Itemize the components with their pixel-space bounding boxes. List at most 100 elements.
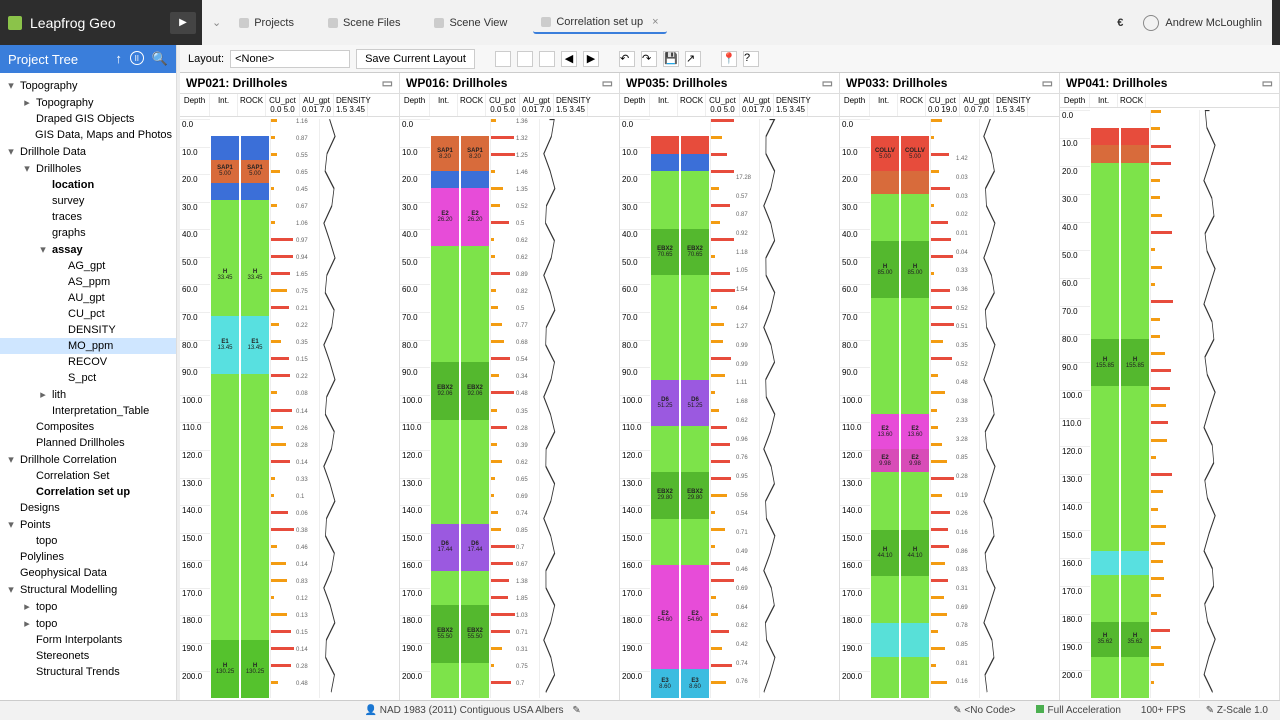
panel-close-icon[interactable]: ▭ xyxy=(602,76,613,90)
depth-axis: 0.010.020.030.040.050.060.070.080.090.01… xyxy=(400,119,430,698)
caret-icon[interactable]: ▾ xyxy=(6,145,16,158)
search-icon[interactable]: 🔍 xyxy=(152,51,168,67)
save-layout-button[interactable]: Save Current Layout xyxy=(356,49,475,69)
panel-close-icon[interactable]: ▭ xyxy=(382,76,393,90)
strip-view[interactable]: 0.010.020.030.040.050.060.070.080.090.01… xyxy=(1060,108,1279,700)
tree-node[interactable]: Structural Trends xyxy=(0,664,176,680)
tree-node[interactable]: location xyxy=(0,177,176,193)
zscale-edit-icon[interactable]: ✎ xyxy=(1206,705,1214,716)
tree-node[interactable]: ▾Drillhole Data xyxy=(0,143,176,160)
caret-icon[interactable]: ▸ xyxy=(22,600,32,613)
caret-icon[interactable]: ▾ xyxy=(38,243,48,256)
save-icon[interactable]: 💾 xyxy=(663,51,679,67)
panel-close-icon[interactable]: ▭ xyxy=(1262,76,1273,90)
tree-node[interactable]: Stereonets xyxy=(0,648,176,664)
strip-view[interactable]: 0.010.020.030.040.050.060.070.080.090.01… xyxy=(400,117,619,700)
strip-view[interactable]: 0.010.020.030.040.050.060.070.080.090.01… xyxy=(620,117,839,700)
tree-node[interactable]: Composites xyxy=(0,419,176,435)
caret-icon[interactable]: ▾ xyxy=(6,79,16,92)
tree-node[interactable]: Planned Drillholes xyxy=(0,435,176,451)
tree-node[interactable]: graphs xyxy=(0,225,176,241)
tab-strip: ⌄ Projects Scene Files Scene View Correlati… xyxy=(202,0,1133,45)
tree-node[interactable]: RECOV xyxy=(0,354,176,370)
tree-node[interactable]: ▾Drillholes xyxy=(0,160,176,177)
panel-title: WP041: Drillholes▭ xyxy=(1060,73,1279,94)
lithology-column: H155.85H35.62 xyxy=(1091,110,1119,698)
panel-close-icon[interactable]: ▭ xyxy=(1042,76,1053,90)
tab-scene-files[interactable]: Scene Files xyxy=(320,13,408,33)
tree-node[interactable]: Interpretation_Table xyxy=(0,403,176,419)
tree-node[interactable]: S_pct xyxy=(0,370,176,386)
tree-node[interactable]: ▾Points xyxy=(0,516,176,533)
panel-title: WP016: Drillholes▭ xyxy=(400,73,619,94)
help-icon[interactable]: ? xyxy=(743,51,759,67)
tool-icon-1[interactable] xyxy=(495,51,511,67)
pin-icon[interactable]: 📍 xyxy=(721,51,737,67)
strip-view[interactable]: 0.010.020.030.040.050.060.070.080.090.01… xyxy=(840,117,1059,700)
currency-icon[interactable]: € xyxy=(1117,17,1123,29)
projection-edit-icon[interactable]: ✎ xyxy=(572,705,580,716)
au-gpt-column: 17.280.570.870.921.181.051.540.641.270.9… xyxy=(734,119,759,698)
tab-projects[interactable]: Projects xyxy=(231,13,302,33)
strip-view[interactable]: 0.010.020.030.040.050.060.070.080.090.01… xyxy=(180,117,399,700)
tree-node[interactable]: MO_ppm xyxy=(0,338,176,354)
tree-node[interactable]: ▾Topography xyxy=(0,77,176,94)
tab-scene-view[interactable]: Scene View xyxy=(426,13,515,33)
tree-node[interactable]: AG_gpt xyxy=(0,258,176,274)
pause-icon[interactable]: II xyxy=(130,51,144,65)
tree-node[interactable]: GIS Data, Maps and Photos xyxy=(0,127,176,143)
tree-node[interactable]: ▸lith xyxy=(0,386,176,403)
correlation-panels[interactable]: WP021: Drillholes▭DepthInt.ROCKCU_pct0.0… xyxy=(180,73,1280,700)
code-edit-icon[interactable]: ✎ xyxy=(953,705,961,716)
layout-select[interactable] xyxy=(230,50,350,68)
tree-node[interactable]: topo xyxy=(0,533,176,549)
tree-node[interactable]: AU_gpt xyxy=(0,290,176,306)
tab-correlation-set-up[interactable]: Correlation set up× xyxy=(533,12,666,34)
prev-icon[interactable]: ◀ xyxy=(561,51,577,67)
tool-icon-3[interactable] xyxy=(539,51,555,67)
tree-node[interactable]: Polylines xyxy=(0,549,176,565)
tree-node[interactable]: Form Interpolants xyxy=(0,632,176,648)
caret-icon[interactable]: ▾ xyxy=(6,583,16,596)
tree-node[interactable]: Designs xyxy=(0,500,176,516)
caret-icon[interactable]: ▾ xyxy=(6,518,16,531)
close-icon[interactable]: × xyxy=(652,16,658,28)
redo-icon[interactable]: ↷ xyxy=(641,51,657,67)
panel-close-icon[interactable]: ▭ xyxy=(822,76,833,90)
tree-node[interactable]: DENSITY xyxy=(0,322,176,338)
layout-label: Layout: xyxy=(188,53,224,65)
tree-node[interactable]: ▾Drillhole Correlation xyxy=(0,451,176,468)
caret-icon[interactable]: ▾ xyxy=(6,453,16,466)
caret-icon[interactable]: ▾ xyxy=(22,162,32,175)
tree-node[interactable]: ▸topo xyxy=(0,615,176,632)
export-icon[interactable]: ↗ xyxy=(685,51,701,67)
tree-node[interactable]: traces xyxy=(0,209,176,225)
lithology-column: SAP15.00H33.45E113.45H130.25 xyxy=(211,119,239,698)
tree-node[interactable]: Correlation set up xyxy=(0,484,176,500)
tree-node[interactable]: AS_ppm xyxy=(0,274,176,290)
user-menu[interactable]: Andrew McLoughlin xyxy=(1133,0,1272,45)
tab-icon xyxy=(328,18,338,28)
caret-icon[interactable]: ▸ xyxy=(38,388,48,401)
tree-node[interactable]: Draped GIS Objects xyxy=(0,111,176,127)
tree-node[interactable]: ▾assay xyxy=(0,241,176,258)
tool-icon-2[interactable] xyxy=(517,51,533,67)
lithology-column: SAP18.20E226.20EBX292.06D617.44EBX255.50 xyxy=(431,119,459,698)
tree-node[interactable]: survey xyxy=(0,193,176,209)
tree-node[interactable]: ▸topo xyxy=(0,598,176,615)
up-arrow-icon[interactable]: ↑ xyxy=(115,51,122,67)
caret-icon[interactable]: ▸ xyxy=(22,96,32,109)
caret-icon[interactable]: ▸ xyxy=(22,617,32,630)
next-icon[interactable]: ▶ xyxy=(583,51,599,67)
undo-icon[interactable]: ↶ xyxy=(619,51,635,67)
project-tree[interactable]: ▾Topography▸Topography Draped GIS Object… xyxy=(0,73,176,700)
tree-node[interactable]: Geophysical Data xyxy=(0,565,176,581)
dropdown-icon[interactable]: ⌄ xyxy=(212,16,221,29)
tree-node[interactable]: CU_pct xyxy=(0,306,176,322)
record-button[interactable] xyxy=(170,12,196,34)
tree-node[interactable]: Correlation Set xyxy=(0,468,176,484)
tree-node[interactable]: ▾Structural Modelling xyxy=(0,581,176,598)
au-gpt-column: 1.361.321.251.461.350.520.50.620.620.890… xyxy=(514,119,539,698)
tree-node[interactable]: ▸Topography xyxy=(0,94,176,111)
user-name: Andrew McLoughlin xyxy=(1165,17,1262,29)
